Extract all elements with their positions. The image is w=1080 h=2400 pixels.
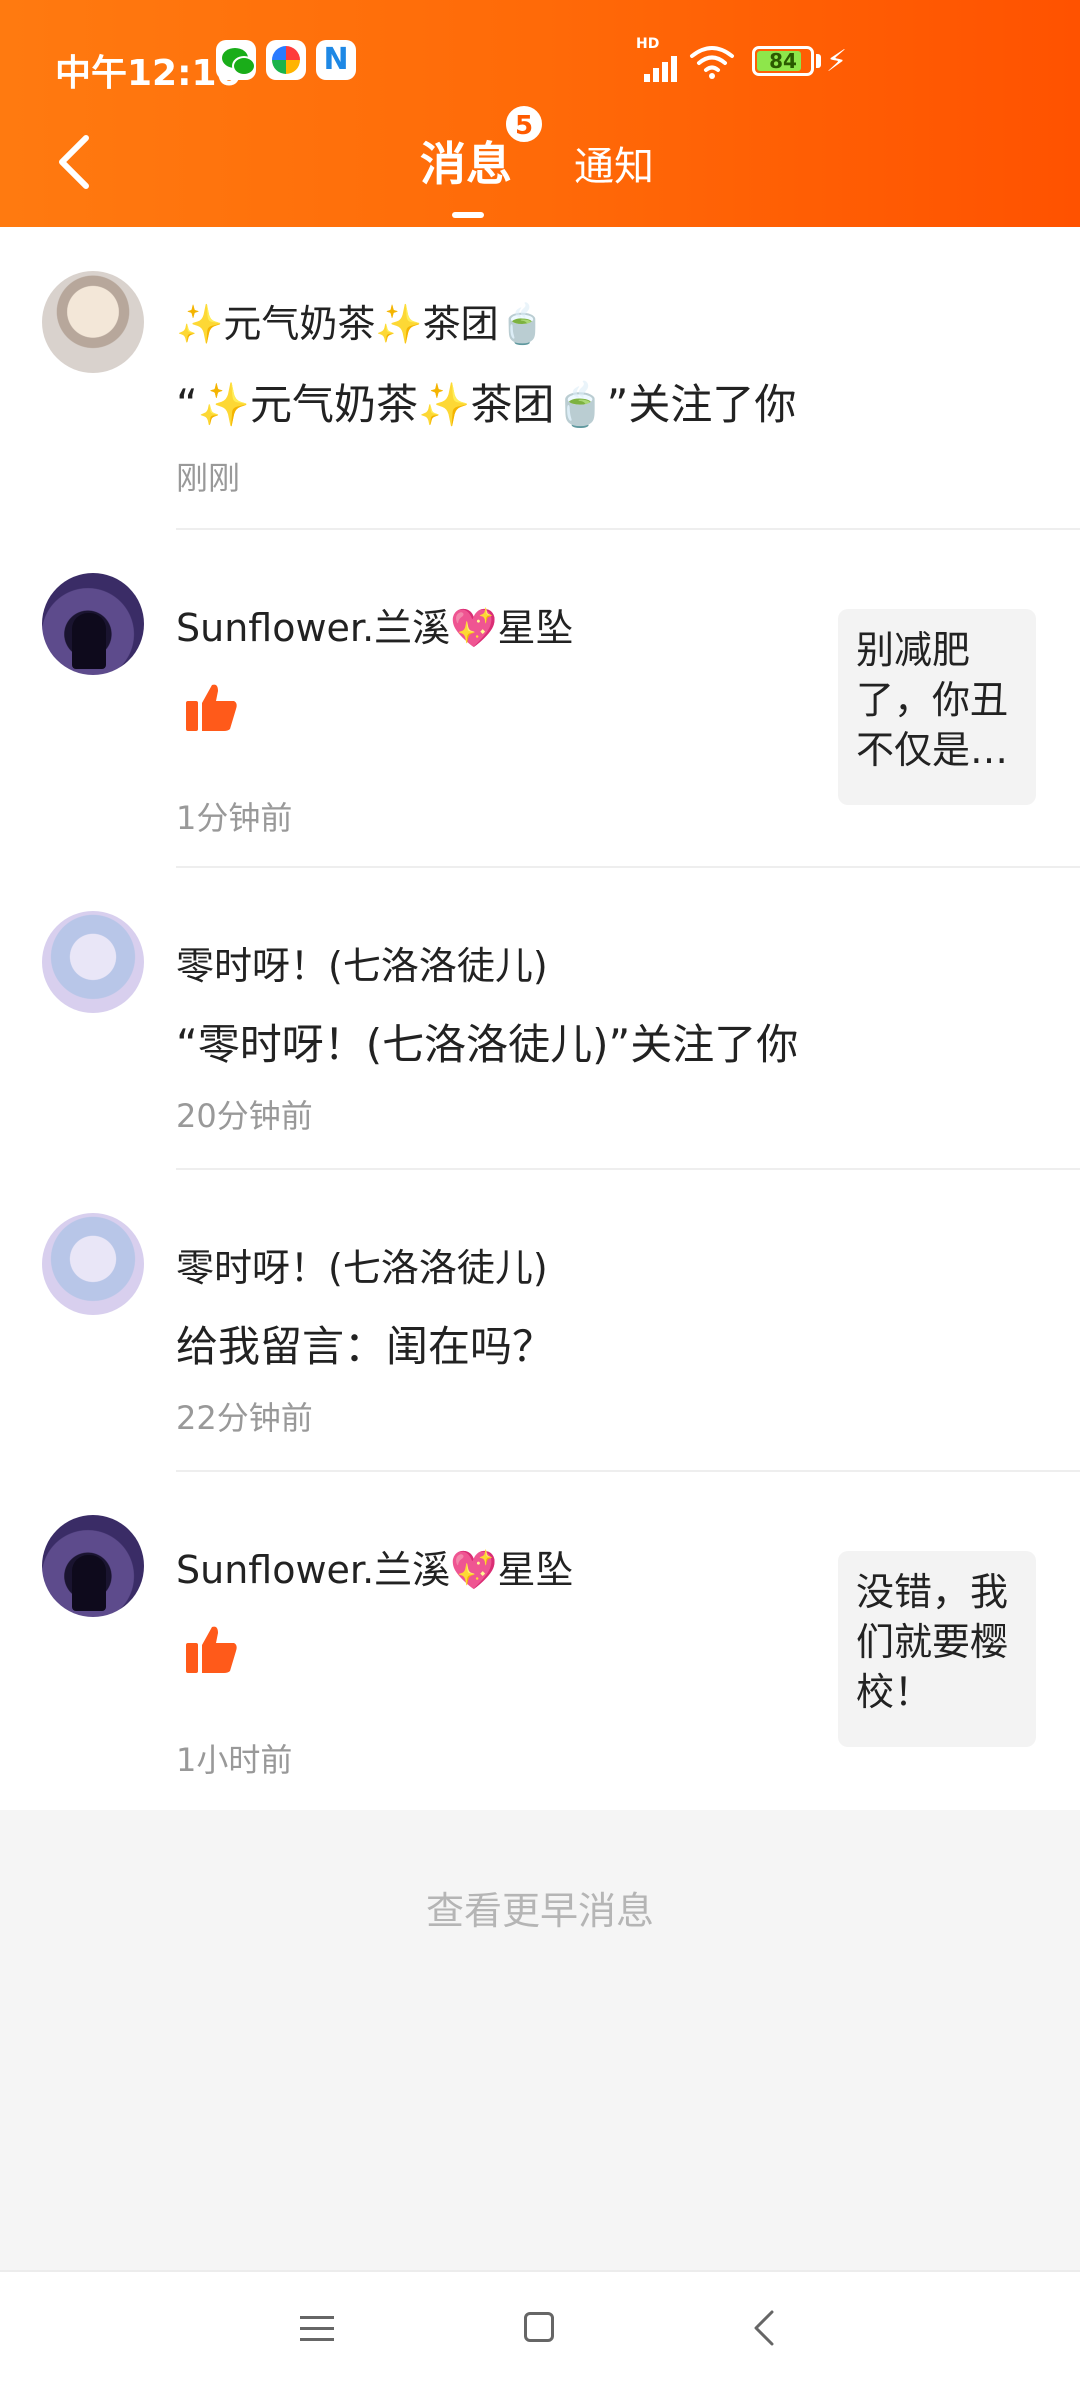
message-content: 给我留言：闺在吗？: [176, 1322, 555, 1371]
sender-name[interactable]: ✨元气奶茶✨茶团🍵: [176, 293, 546, 348]
active-tab-indicator: [452, 212, 484, 218]
battery-icon: 84: [752, 46, 814, 76]
pinwheel-icon: [266, 40, 306, 80]
wifi-icon: [690, 46, 734, 79]
status-time: 中午12:10: [55, 53, 242, 94]
message-time: 刚刚: [176, 459, 241, 497]
sender-name[interactable]: 零时呀！(七洛洛徒儿): [176, 935, 548, 990]
avatar[interactable]: [42, 1515, 144, 1617]
divider: [176, 1470, 1080, 1472]
divider: [176, 1168, 1080, 1170]
message-time: 1小时前: [176, 1741, 293, 1779]
charging-icon: ⚡: [826, 44, 848, 79]
hd-label: HD: [636, 36, 660, 52]
content-preview[interactable]: 别减肥了，你丑不仅是…: [838, 609, 1036, 805]
thumbs-up-icon: [186, 1626, 237, 1673]
message-time: 22分钟前: [176, 1399, 313, 1437]
list-item[interactable]: 零时呀！(七洛洛徒儿) 给我留言：闺在吗？ 22分钟前: [0, 1171, 1080, 1473]
message-content: “✨元气奶茶✨茶团🍵”关注了你: [176, 380, 797, 429]
thumbs-up-icon: [186, 684, 237, 731]
tab-messages[interactable]: 消息: [420, 128, 512, 194]
content-preview[interactable]: 没错，我们就要樱校！: [838, 1551, 1036, 1747]
wechat-icon: [216, 40, 256, 80]
status-bar: 中午12:10 N HD 84 ⚡: [0, 30, 1080, 96]
message-list: ✨元气奶茶✨茶团🍵 “✨元气奶茶✨茶团🍵”关注了你 刚刚 Sunflower.兰…: [0, 227, 1080, 1810]
message-content: “零时呀！(七洛洛徒儿)”关注了你: [176, 1020, 799, 1069]
avatar[interactable]: [42, 1213, 144, 1315]
message-time: 20分钟前: [176, 1097, 313, 1135]
battery-tip: [816, 54, 821, 68]
messages-badge: 5: [504, 104, 544, 144]
avatar[interactable]: [42, 573, 144, 675]
system-nav-bar: [0, 2270, 1080, 2400]
back-icon[interactable]: [752, 2308, 776, 2348]
n-app-icon: N: [316, 40, 356, 80]
divider: [176, 528, 1080, 530]
list-item[interactable]: Sunflower.兰溪💖星坠 1分钟前 别减肥了，你丑不仅是…: [0, 531, 1080, 869]
message-time: 1分钟前: [176, 799, 293, 837]
home-icon[interactable]: [524, 2312, 554, 2342]
list-item[interactable]: Sunflower.兰溪💖星坠 1小时前 没错，我们就要樱校！: [0, 1473, 1080, 1810]
battery-level: 84: [769, 49, 797, 73]
signal-icon: [640, 52, 680, 82]
menu-icon[interactable]: [300, 2314, 334, 2344]
sender-name[interactable]: 零时呀！(七洛洛徒儿): [176, 1237, 548, 1292]
divider: [176, 866, 1080, 868]
load-earlier-button[interactable]: 查看更早消息: [0, 1880, 1080, 1935]
avatar[interactable]: [42, 271, 144, 373]
tab-notifications[interactable]: 通知: [574, 134, 654, 192]
sender-name[interactable]: Sunflower.兰溪💖星坠: [176, 1539, 573, 1594]
footer-area: 查看更早消息: [0, 1810, 1080, 2270]
chevron-left-icon[interactable]: [52, 132, 96, 192]
sender-name[interactable]: Sunflower.兰溪💖星坠: [176, 597, 573, 652]
app-header: 中午12:10 N HD 84 ⚡ 消息 5 通知: [0, 0, 1080, 227]
avatar[interactable]: [42, 911, 144, 1013]
list-item[interactable]: 零时呀！(七洛洛徒儿) “零时呀！(七洛洛徒儿)”关注了你 20分钟前: [0, 869, 1080, 1171]
list-item[interactable]: ✨元气奶茶✨茶团🍵 “✨元气奶茶✨茶团🍵”关注了你 刚刚: [0, 227, 1080, 531]
